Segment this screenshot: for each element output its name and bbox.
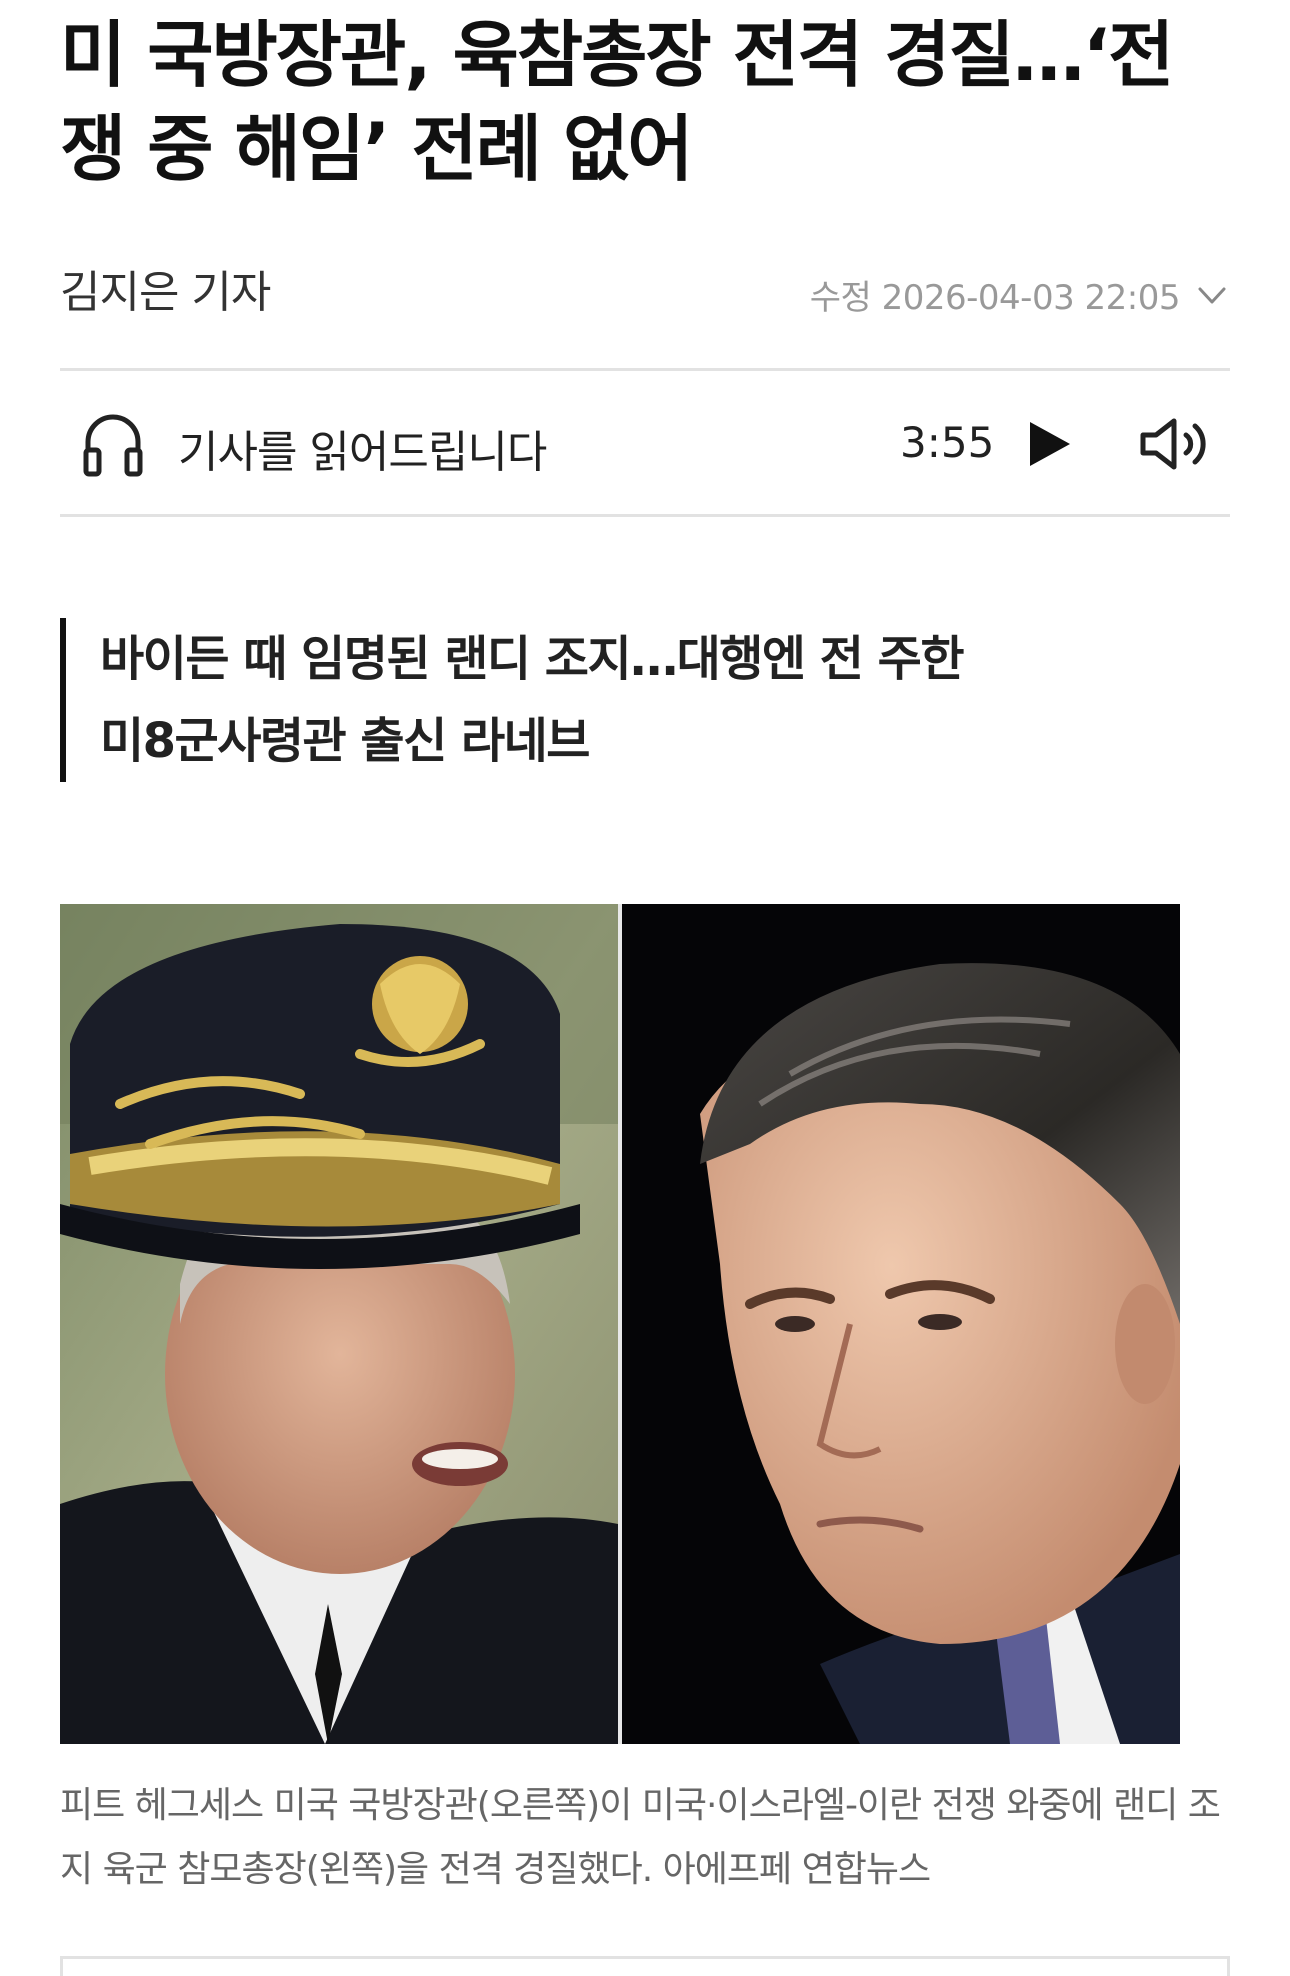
- photo-caption: 피트 헤그세스 미국 국방장관(오른쪽)이 미국·이스라엘-이란 전쟁 와중에 …: [60, 1785, 1221, 1890]
- volume-icon[interactable]: [1138, 416, 1214, 472]
- headphones-icon: [83, 414, 143, 477]
- audio-label: 기사를 읽어드립니다: [178, 427, 547, 478]
- author-name[interactable]: 김지은 기자: [60, 256, 271, 320]
- related-card[interactable]: [60, 1956, 1230, 1976]
- byline: 김지은 기자 수정 2026-04-03 22:05: [60, 248, 1230, 318]
- date-label: 수정 2026-04-03 22:05: [809, 278, 1181, 318]
- subheadline-line: 바이든 때 임명된 랜디 조지…대행엔 전 주한: [100, 631, 965, 687]
- photo-illustration: [60, 904, 1180, 1744]
- play-icon[interactable]: [1022, 418, 1074, 470]
- chevron-down-icon[interactable]: [1194, 277, 1230, 313]
- article-subheadline: 바이든 때 임명된 랜디 조지…대행엔 전 주한 미8군사령관 출신 라네브: [60, 618, 1230, 782]
- divider: [60, 368, 1230, 371]
- audio-duration: 3:55: [900, 418, 995, 467]
- subheadline-line: 미8군사령관 출신 라네브: [100, 713, 590, 769]
- article-headline: 미 국방장관, 육참총장 전격 경질…‘전쟁 중 해임’ 전례 없어: [60, 13, 1174, 191]
- divider: [60, 514, 1230, 517]
- audio-player[interactable]: 기사를 읽어드립니다 3:55: [60, 372, 1230, 514]
- modified-date[interactable]: 수정 2026-04-03 22:05: [810, 270, 1230, 319]
- article-photo[interactable]: [60, 904, 1180, 1744]
